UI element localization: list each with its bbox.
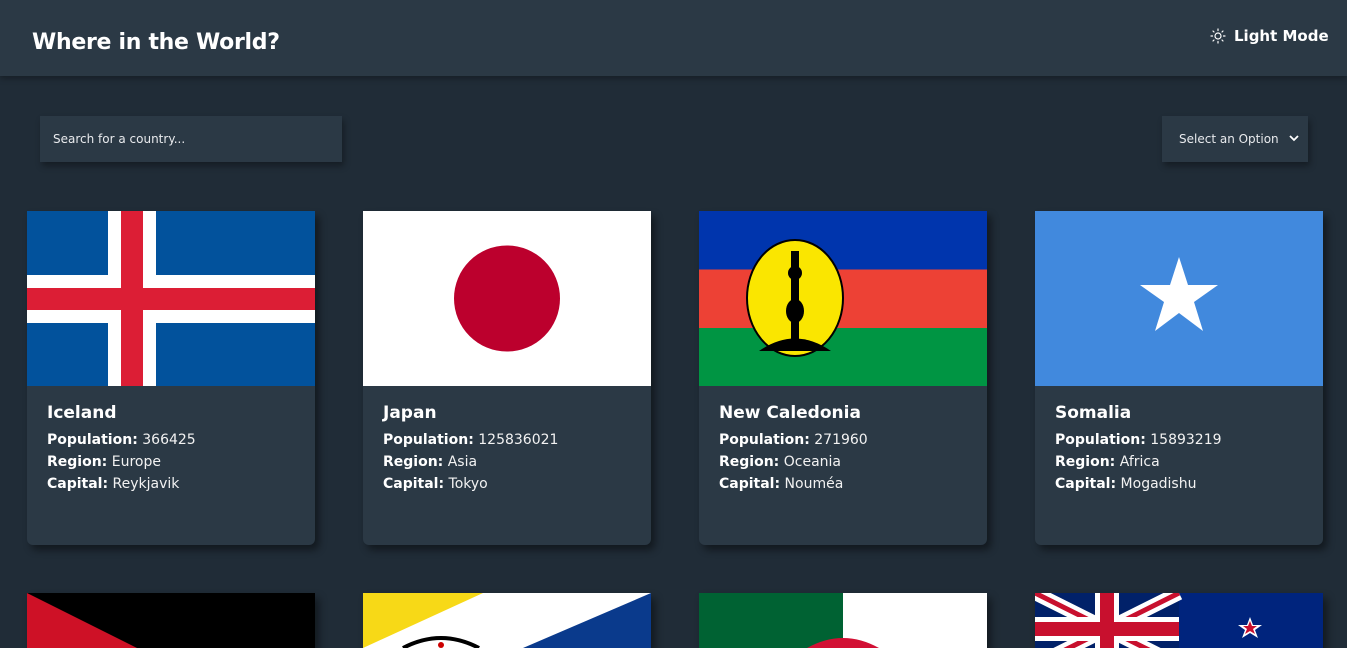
capital-label: Capital: xyxy=(1055,476,1117,492)
app-header: Where in the World? Light Mode xyxy=(0,0,1347,76)
capital-value: Mogadishu xyxy=(1120,476,1197,492)
region-value: Oceania xyxy=(783,454,841,470)
country-card-iceland[interactable]: Iceland Population: 366425 Region: Europ… xyxy=(27,211,315,545)
population-value: 15893219 xyxy=(1150,432,1222,448)
population-label: Population: xyxy=(719,432,810,448)
search-input[interactable] xyxy=(40,116,342,162)
country-name: Somalia xyxy=(1055,403,1132,423)
light-mode-label: Light Mode xyxy=(1234,27,1329,45)
japan-flag xyxy=(363,211,651,386)
country-card-japan[interactable]: Japan Population: 125836021 Region: Asia… xyxy=(363,211,651,545)
yellow-white-blue-diagonal-flag xyxy=(363,593,651,648)
population-value: 271960 xyxy=(814,432,868,448)
population-label: Population: xyxy=(383,432,474,448)
population-label: Population: xyxy=(47,432,138,448)
country-name: Iceland xyxy=(47,403,117,423)
capital-value: Tokyo xyxy=(448,476,488,492)
somalia-flag xyxy=(1035,211,1323,386)
region-value: Europe xyxy=(111,454,161,470)
country-card-partial[interactable] xyxy=(27,593,315,648)
red-black-triangle-flag xyxy=(27,593,315,648)
capital-label: Capital: xyxy=(383,476,445,492)
light-mode-toggle[interactable]: Light Mode xyxy=(1210,26,1329,46)
region-value: Africa xyxy=(1119,454,1160,470)
region-label: Region: xyxy=(719,454,780,470)
region-filter-value: Select an Option xyxy=(1179,132,1279,146)
capital-value: Reykjavik xyxy=(112,476,180,492)
region-label: Region: xyxy=(47,454,108,470)
region-value: Asia xyxy=(447,454,478,470)
country-card-partial[interactable] xyxy=(699,593,987,648)
capital-value: Nouméa xyxy=(784,476,844,492)
capital-label: Capital: xyxy=(719,476,781,492)
new-zealand-flag xyxy=(1035,593,1323,648)
region-label: Region: xyxy=(1055,454,1116,470)
country-name: New Caledonia xyxy=(719,403,861,423)
country-card-partial[interactable] xyxy=(363,593,651,648)
population-label: Population: xyxy=(1055,432,1146,448)
country-card-partial[interactable] xyxy=(1035,593,1323,648)
country-card-new-caledonia[interactable]: New Caledonia Population: 271960 Region:… xyxy=(699,211,987,545)
new-caledonia-flag xyxy=(699,211,987,386)
green-white-flag xyxy=(699,593,987,648)
capital-label: Capital: xyxy=(47,476,109,492)
search-box xyxy=(40,116,342,162)
country-card-somalia[interactable]: Somalia Population: 15893219 Region: Afr… xyxy=(1035,211,1323,545)
region-filter-select[interactable]: Select an Option xyxy=(1162,116,1308,162)
country-name: Japan xyxy=(383,403,437,423)
population-value: 366425 xyxy=(142,432,196,448)
chevron-down-icon xyxy=(1289,135,1299,142)
app-title: Where in the World? xyxy=(32,30,280,55)
population-value: 125836021 xyxy=(478,432,559,448)
region-label: Region: xyxy=(383,454,444,470)
iceland-flag xyxy=(27,211,315,386)
sun-icon xyxy=(1210,28,1226,44)
